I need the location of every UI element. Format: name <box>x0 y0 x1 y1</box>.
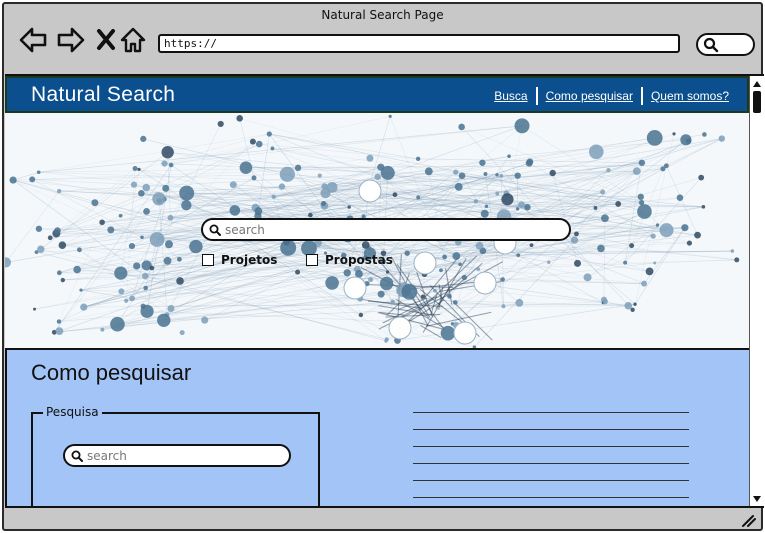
text-line <box>413 446 689 447</box>
checkbox-projetos[interactable]: Projetos <box>202 253 277 267</box>
forward-arrow-icon[interactable] <box>56 26 86 54</box>
text-line <box>413 429 689 430</box>
pesquisa-search-placeholder: search <box>87 448 127 463</box>
hero-banner: search Projetos Propostas <box>5 113 749 350</box>
fieldset-legend: Pesquisa <box>43 405 102 419</box>
page-viewport: Natural Search Busca Como pesquisar Quem… <box>5 74 764 508</box>
nav-link-busca[interactable]: Busca <box>486 89 535 103</box>
scrollbar-thumb[interactable] <box>753 91 761 113</box>
checkbox-box[interactable] <box>202 254 214 266</box>
text-placeholder-lines <box>413 412 689 506</box>
section-title: Como pesquisar <box>31 360 192 385</box>
nav-link-como-pesquisar[interactable]: Como pesquisar <box>538 89 641 103</box>
address-bar[interactable]: https:// <box>158 34 680 53</box>
how-to-section: Como pesquisar Pesquisa search <box>5 350 749 506</box>
checkbox-label: Propostas <box>325 253 393 267</box>
checkbox-label: Projetos <box>221 253 278 267</box>
text-line <box>413 497 689 498</box>
nav-link-quem-somos[interactable]: Quem somos? <box>643 89 737 103</box>
scroll-up-arrow-icon[interactable] <box>752 79 762 89</box>
window-title: Natural Search Page <box>321 8 444 22</box>
text-line <box>413 412 689 413</box>
back-arrow-icon[interactable] <box>18 26 48 54</box>
site-header: Natural Search Busca Como pesquisar Quem… <box>5 76 749 113</box>
text-line <box>413 480 689 481</box>
search-icon <box>703 37 719 53</box>
resize-grip-icon[interactable] <box>739 513 757 527</box>
site-title: Natural Search <box>31 83 176 106</box>
search-icon <box>71 450 83 462</box>
browser-window: Natural Search Page https:// Natural Sea… <box>2 2 764 531</box>
text-line <box>413 463 689 464</box>
checkbox-box[interactable] <box>306 254 318 266</box>
browser-search-button[interactable] <box>696 33 755 56</box>
pesquisa-fieldset: Pesquisa search <box>31 405 320 506</box>
site-nav: Busca Como pesquisar Quem somos? <box>486 87 737 105</box>
checkbox-propostas[interactable]: Propostas <box>306 253 393 267</box>
vertical-scrollbar[interactable] <box>749 76 764 506</box>
scroll-down-arrow-icon[interactable] <box>752 494 762 504</box>
search-icon <box>209 224 221 236</box>
home-icon[interactable] <box>118 26 148 54</box>
pesquisa-search-input[interactable]: search <box>63 444 291 467</box>
hero-search-input[interactable]: search <box>201 218 571 241</box>
hero-search-placeholder: search <box>225 222 265 237</box>
